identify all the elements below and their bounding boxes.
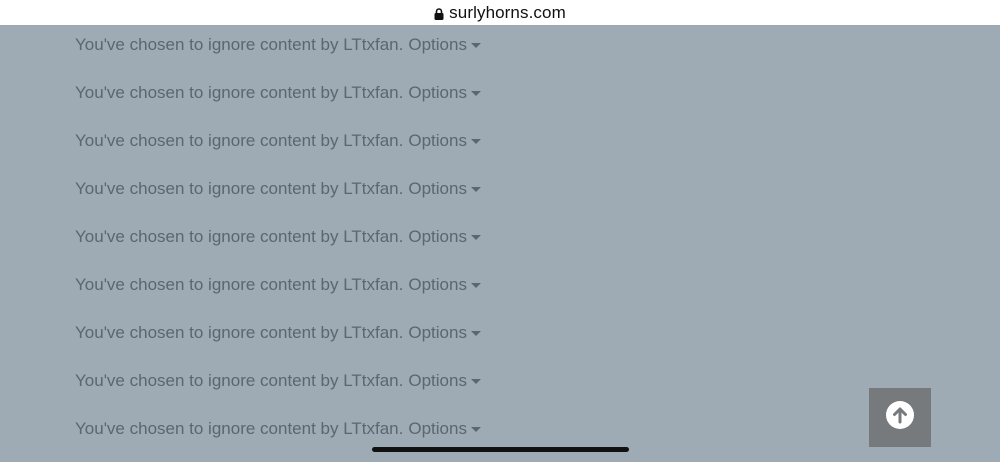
ignored-message: You've chosen to ignore content by LTtxf… [75, 275, 404, 294]
ignored-message: You've chosen to ignore content by LTtxf… [75, 35, 404, 54]
caret-down-icon [470, 187, 481, 192]
options-label: Options [408, 323, 467, 342]
ignored-message: You've chosen to ignore content by LTtxf… [75, 227, 404, 246]
options-dropdown[interactable]: Options [408, 83, 481, 103]
options-label: Options [408, 35, 467, 54]
scroll-to-top-button[interactable] [869, 388, 931, 447]
ignored-message: You've chosen to ignore content by LTtxf… [75, 371, 404, 390]
options-label: Options [408, 179, 467, 198]
ignored-post-notice: You've chosen to ignore content by LTtxf… [75, 225, 481, 249]
ignored-post-notice: You've chosen to ignore content by LTtxf… [75, 33, 481, 57]
ignored-post-notice: You've chosen to ignore content by LTtxf… [75, 81, 481, 105]
home-indicator[interactable] [372, 447, 629, 452]
ignored-post-notice: You've chosen to ignore content by LTtxf… [75, 273, 481, 297]
caret-down-icon [470, 43, 481, 48]
ignored-post-notice: You've chosen to ignore content by LTtxf… [75, 177, 481, 201]
ignored-post-notice: You've chosen to ignore content by LTtxf… [75, 321, 481, 345]
ignored-message: You've chosen to ignore content by LTtxf… [75, 323, 404, 342]
options-dropdown[interactable]: Options [408, 35, 481, 55]
ignored-post-notice: You've chosen to ignore content by LTtxf… [75, 417, 481, 441]
forum-content: You've chosen to ignore content by LTtxf… [0, 25, 1000, 462]
arrow-up-circle-icon [886, 401, 914, 434]
caret-down-icon [470, 235, 481, 240]
ignored-post-notice: You've chosen to ignore content by LTtxf… [75, 369, 481, 393]
caret-down-icon [470, 91, 481, 96]
caret-down-icon [470, 283, 481, 288]
options-dropdown[interactable]: Options [408, 275, 481, 295]
options-dropdown[interactable]: Options [408, 227, 481, 247]
options-dropdown[interactable]: Options [408, 179, 481, 199]
options-label: Options [408, 371, 467, 390]
options-dropdown[interactable]: Options [408, 131, 481, 151]
caret-down-icon [470, 331, 481, 336]
ignored-message: You've chosen to ignore content by LTtxf… [75, 83, 404, 102]
caret-down-icon [470, 379, 481, 384]
ignored-post-notice: You've chosen to ignore content by LTtxf… [75, 129, 481, 153]
ignored-message: You've chosen to ignore content by LTtxf… [75, 419, 404, 438]
options-label: Options [408, 131, 467, 150]
ignored-message: You've chosen to ignore content by LTtxf… [75, 131, 404, 150]
options-dropdown[interactable]: Options [408, 419, 481, 439]
options-label: Options [408, 83, 467, 102]
options-label: Options [408, 227, 467, 246]
caret-down-icon [470, 427, 481, 432]
url-text: surlyhorns.com [449, 2, 566, 22]
browser-address-bar[interactable]: surlyhorns.com [0, 0, 1000, 25]
options-dropdown[interactable]: Options [408, 323, 481, 343]
caret-down-icon [470, 139, 481, 144]
options-dropdown[interactable]: Options [408, 371, 481, 391]
lock-icon [434, 7, 444, 20]
ignored-message: You've chosen to ignore content by LTtxf… [75, 179, 404, 198]
options-label: Options [408, 275, 467, 294]
options-label: Options [408, 419, 467, 438]
